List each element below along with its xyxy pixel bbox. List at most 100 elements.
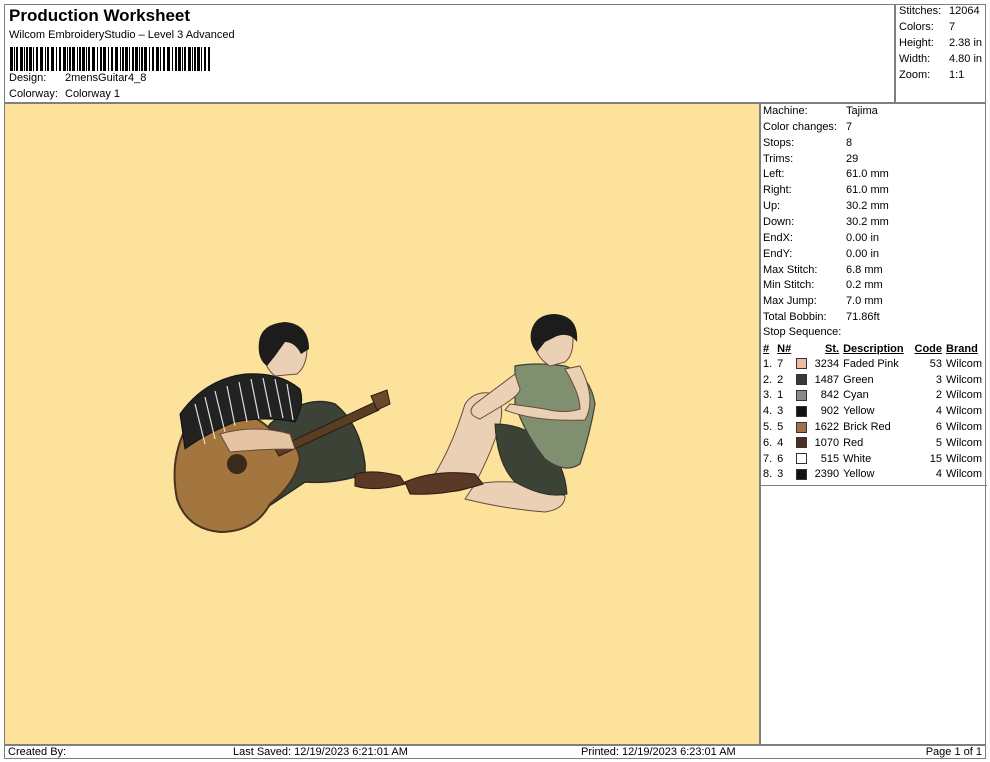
barcode-bar — [56, 47, 57, 71]
row-description: Yellow — [843, 405, 875, 418]
row-swatch — [794, 372, 810, 388]
row-brand: Wilcom — [946, 421, 983, 434]
row-brand: Wilcom — [946, 468, 983, 481]
row-description: Green — [843, 373, 874, 386]
col-swatch — [794, 341, 810, 356]
table-row: 2. 2 1487 Green 3 Wilcom — [761, 372, 987, 388]
barcode-bar — [79, 47, 81, 71]
barcode-graphic — [10, 47, 210, 71]
printed-date: Printed: 12/19/2023 6:23:01 AM — [581, 746, 736, 758]
info-label: Color changes: — [763, 120, 837, 133]
row-swatch — [794, 435, 810, 451]
barcode-bar — [122, 47, 124, 71]
summary-value: 12064 — [949, 5, 980, 17]
table-row: 8. 3 2390 Yellow 4 Wilcom — [761, 467, 987, 483]
color-swatch — [796, 453, 808, 465]
barcode-bar — [63, 47, 66, 71]
barcode-bar — [204, 47, 206, 71]
row-needle: 3 — [777, 405, 784, 418]
last-saved: Last Saved: 12/19/2023 6:21:01 AM — [233, 746, 408, 758]
summary-value: 7 — [949, 21, 956, 33]
row-description: Faded Pink — [843, 357, 899, 370]
created-by: Created By: — [8, 746, 67, 758]
row-stitches: 3234 — [814, 357, 840, 370]
color-swatch — [796, 421, 808, 433]
barcode-bar — [10, 47, 13, 71]
info-label: Min Stitch: — [763, 279, 815, 292]
row-brand: Wilcom — [946, 452, 983, 465]
color-swatch — [796, 405, 808, 417]
barcode-bar — [120, 47, 121, 71]
row-swatch — [794, 467, 810, 483]
row-index: 3. — [763, 389, 773, 402]
col-stitches: St. — [825, 342, 840, 355]
barcode-bar — [45, 47, 46, 71]
info-value: 71.86ft — [846, 311, 880, 324]
embroidery-design-image — [173, 314, 596, 534]
barcode-bar — [26, 47, 28, 71]
info-row: EndY: 0.00 in — [763, 248, 879, 264]
barcode-bar — [97, 47, 98, 71]
stop-sequence-table: # N# St. Description Code Brand 1. 7 3234 F… — [761, 341, 987, 482]
row-brand: Wilcom — [946, 357, 983, 370]
info-row: Min Stitch: 0.2 mm — [763, 279, 883, 295]
barcode-bar — [188, 47, 191, 71]
row-needle: 4 — [777, 436, 784, 449]
colorway-label: Colorway: — [9, 88, 58, 100]
info-value: Tajima — [846, 105, 878, 117]
col-brand: Brand — [946, 342, 978, 355]
row-swatch — [794, 419, 810, 435]
row-description: Yellow — [843, 468, 875, 481]
barcode-bar — [139, 47, 140, 71]
row-index: 5. — [763, 421, 773, 434]
row-stitches: 2390 — [814, 468, 840, 481]
worksheet-footer: Created By: Last Saved: 12/19/2023 6:21:… — [4, 745, 986, 759]
summary-row: Stitches: 12064 — [899, 5, 980, 21]
barcode-bar — [167, 47, 170, 71]
row-code: 53 — [929, 357, 943, 370]
barcode-bar — [72, 47, 75, 71]
row-index: 4. — [763, 405, 773, 418]
row-needle: 3 — [777, 468, 784, 481]
barcode-bar — [197, 47, 200, 71]
info-label: EndX: — [763, 231, 793, 244]
color-swatch — [796, 390, 808, 402]
summary-label: Stitches: — [899, 5, 942, 17]
info-value: 0.00 in — [846, 247, 880, 260]
row-swatch — [794, 403, 810, 419]
barcode-bar — [156, 47, 159, 71]
row-swatch — [794, 451, 810, 467]
barcode-bar — [103, 47, 106, 71]
barcode-bar — [20, 47, 23, 71]
color-swatch — [796, 469, 808, 481]
row-code: 6 — [935, 421, 943, 434]
summary-label: Height: — [899, 37, 934, 49]
colorway-value: Colorway 1 — [65, 88, 121, 100]
info-value: 30.2 mm — [846, 215, 889, 228]
info-value: 29 — [846, 152, 859, 165]
info-label: Total Bobbin: — [763, 311, 827, 324]
row-index: 2. — [763, 373, 773, 386]
info-row: Right: 61.0 mm — [763, 184, 889, 200]
info-row: Color changes: 7 — [763, 121, 852, 137]
info-label: Machine: — [763, 105, 808, 117]
stop-sequence-title: Stop Sequence: — [763, 326, 842, 338]
summary-label: Colors: — [899, 21, 934, 33]
page-number: Page 1 of 1 — [925, 746, 982, 758]
barcode-bar — [160, 47, 161, 71]
design-row: Design: 2mensGuitar4_8 — [9, 72, 146, 84]
row-stitches: 515 — [820, 452, 840, 465]
barcode-bar — [29, 47, 32, 71]
info-label: Max Jump: — [763, 295, 817, 308]
row-description: Cyan — [843, 389, 869, 402]
info-value: 8 — [846, 136, 853, 149]
row-code: 5 — [935, 436, 943, 449]
row-stitches: 842 — [820, 389, 840, 402]
barcode-bar — [201, 47, 202, 71]
barcode-bar — [77, 47, 78, 71]
barcode-bar — [132, 47, 134, 71]
info-label: Max Stitch: — [763, 263, 818, 276]
barcode-bar — [24, 47, 25, 71]
barcode-bar — [82, 47, 85, 71]
barcode-bar — [86, 47, 87, 71]
